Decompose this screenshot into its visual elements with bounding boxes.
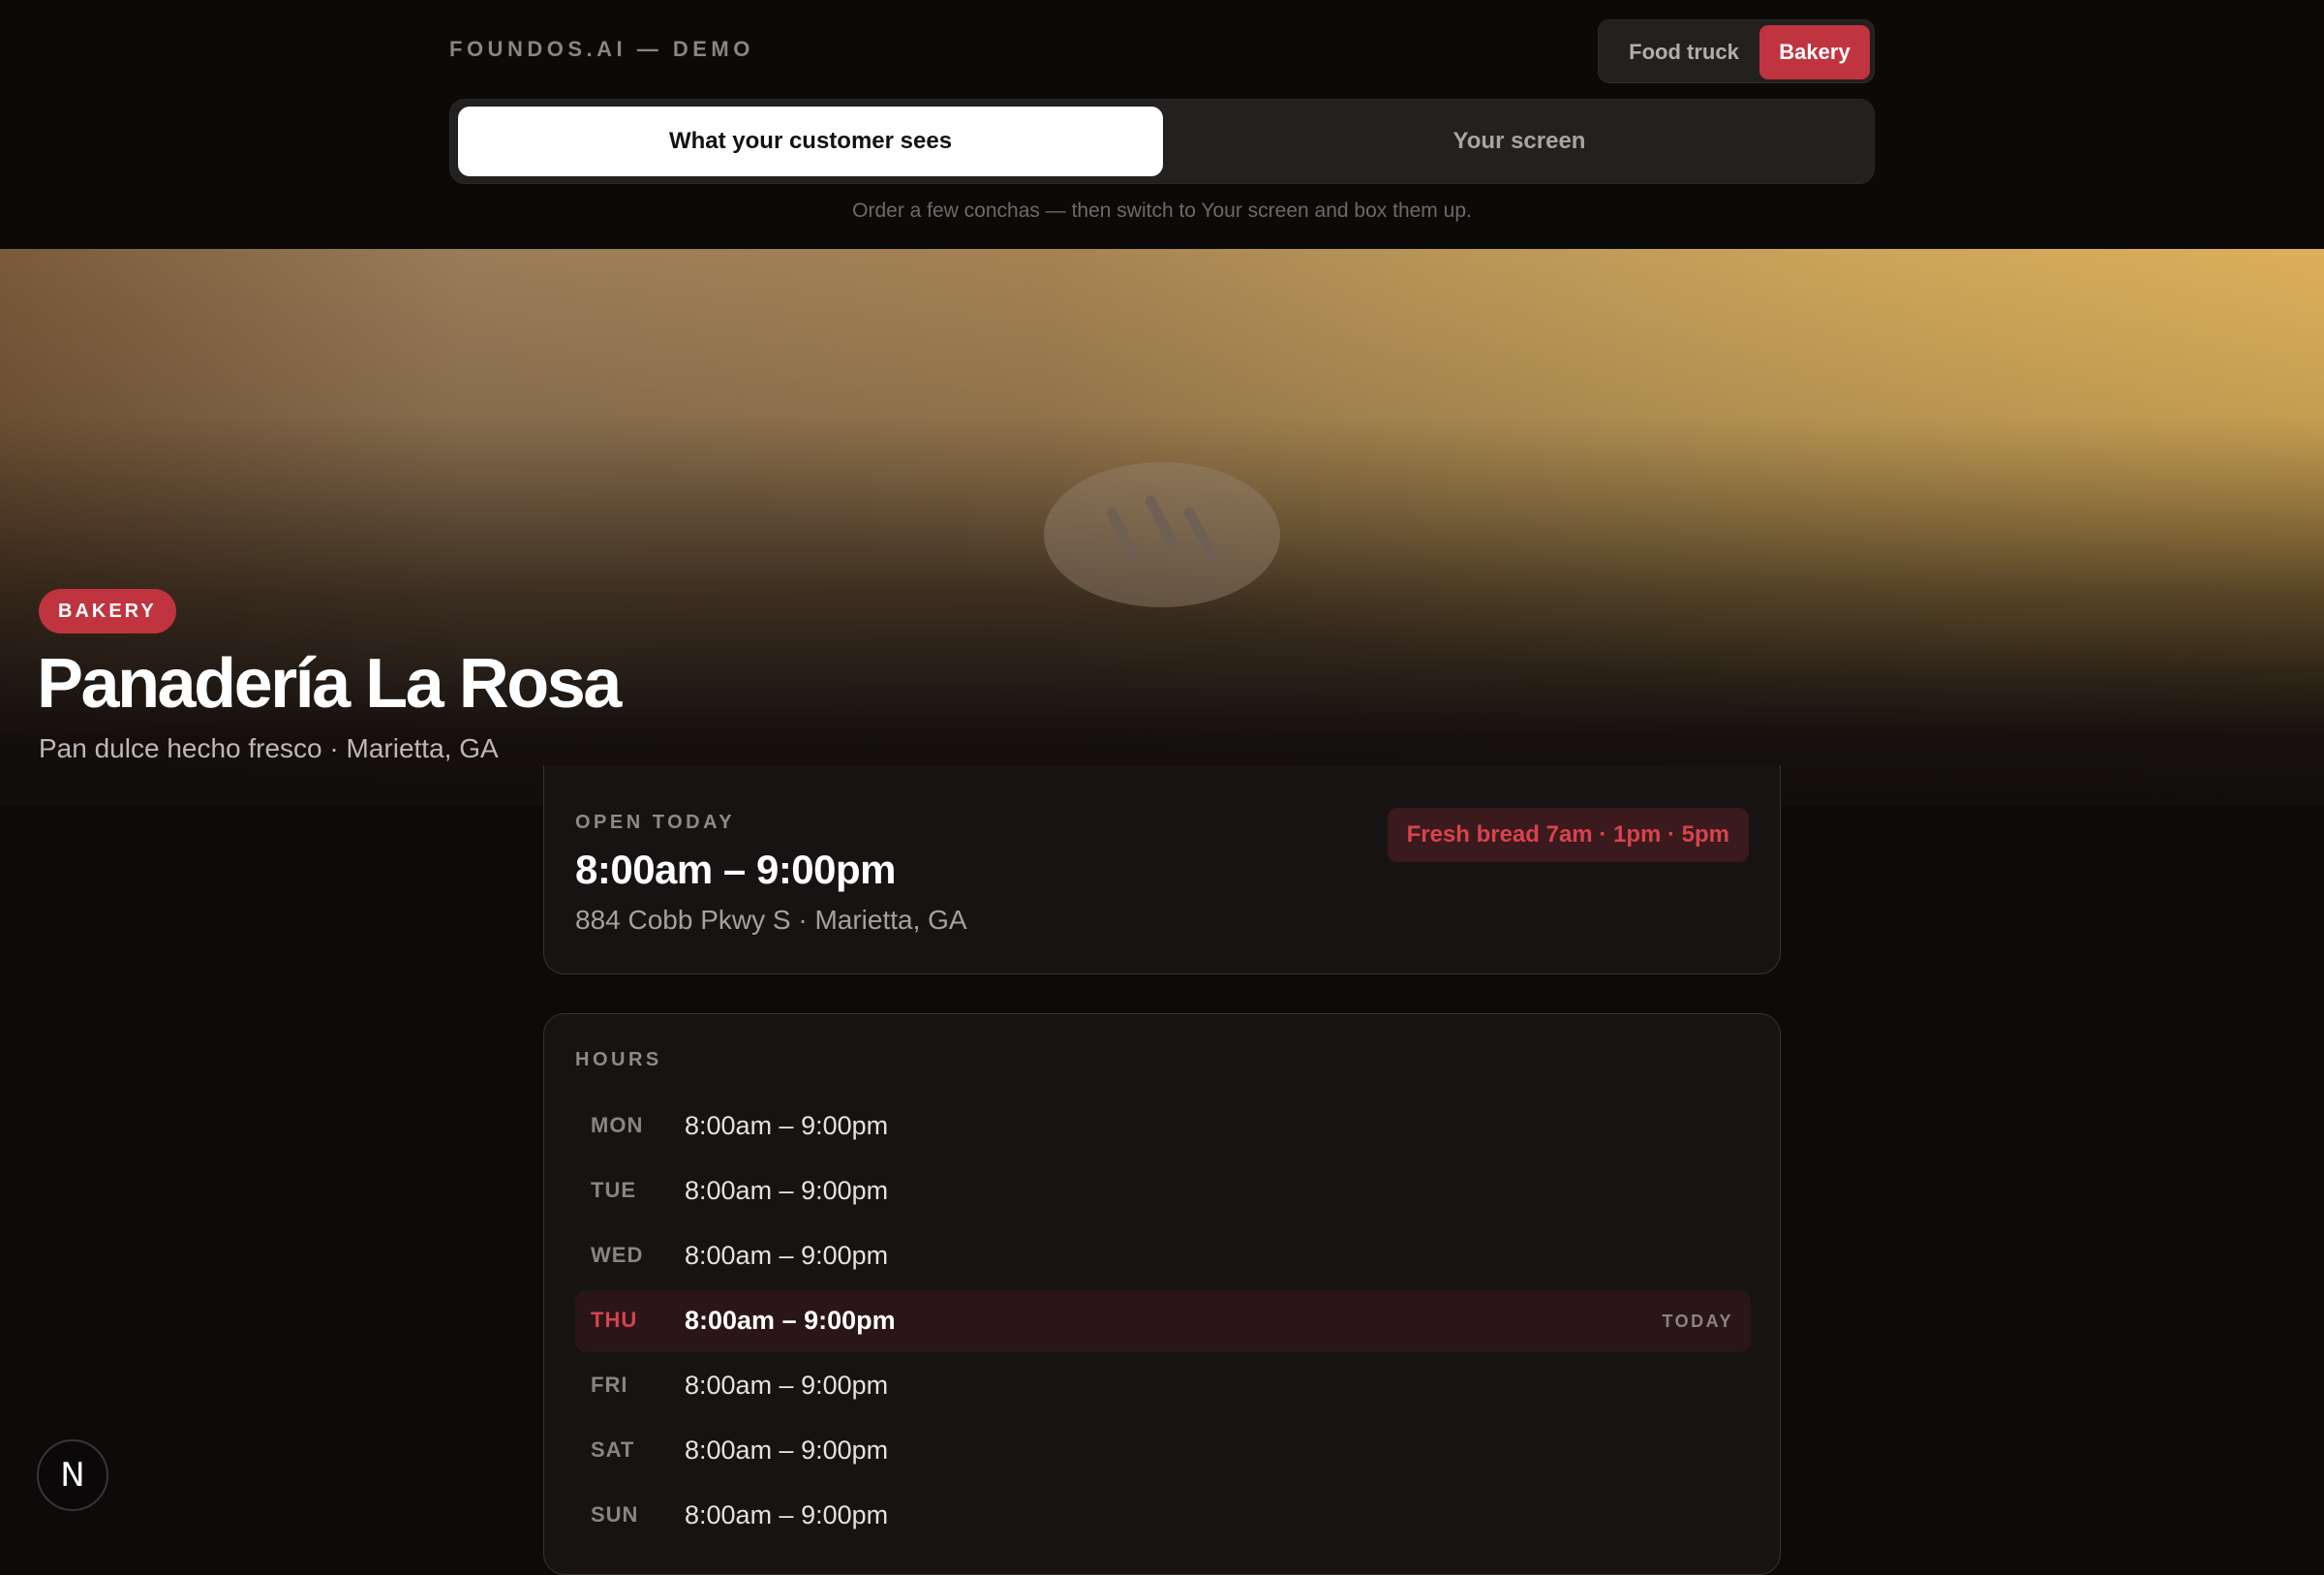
hours-card: HOURS MON 8:00am – 9:00pm TUE 8:00am – 9… [543,1013,1781,1575]
top-bar: FOUNDOS.AI — DEMO Food truck Bakery What… [0,0,2324,249]
today-tag: TODAY [1662,1312,1733,1331]
hours-row-wed: WED 8:00am – 9:00pm [575,1225,1751,1287]
day-label: MON [591,1113,644,1137]
brand-label: FOUNDOS.AI — DEMO [449,37,754,61]
hours-row-sun: SUN 8:00am – 9:00pm [575,1485,1751,1547]
day-label: TUE [591,1178,636,1202]
bakery-button[interactable]: Bakery [1759,25,1870,79]
open-today-label: OPEN TODAY [575,812,736,833]
hero-banner: BAKERY Panadería La Rosa Pan dulce hecho… [0,249,2324,806]
concha-bread-icon [1044,462,1280,607]
day-hours: 8:00am – 9:00pm [685,1176,889,1205]
day-hours: 8:00am – 9:00pm [685,1500,889,1529]
day-hours: 8:00am – 9:00pm [685,1241,889,1270]
open-today-card: OPEN TODAY 8:00am – 9:00pm 884 Cobb Pkwy… [543,765,1781,974]
fresh-bread-badge: Fresh bread 7am · 1pm · 5pm [1387,808,1749,862]
vertical-switch: Food truck Bakery [1598,19,1875,83]
day-hours: 8:00am – 9:00pm [685,1436,889,1465]
hours-row-sat: SAT 8:00am – 9:00pm [575,1420,1751,1482]
day-label: WED [591,1243,644,1267]
day-label: SAT [591,1437,635,1462]
hint-text: Order a few conchas — then switch to You… [852,200,1472,222]
your-screen-tab[interactable]: Your screen [1171,107,1868,176]
hours-label: HOURS [575,1049,662,1070]
nextjs-icon[interactable]: N [37,1439,108,1511]
open-today-time: 8:00am – 9:00pm [575,847,897,892]
day-label: THU [591,1308,638,1332]
day-hours: 8:00am – 9:00pm [685,1111,889,1140]
hours-row-tue: TUE 8:00am – 9:00pm [575,1160,1751,1222]
business-name: Panadería La Rosa [37,645,622,723]
day-label: FRI [591,1373,628,1397]
day-label: SUN [591,1502,639,1527]
food-truck-button[interactable]: Food truck [1606,25,1761,79]
day-hours: 8:00am – 9:00pm [685,1306,896,1335]
hours-row-thu-today: THU 8:00am – 9:00pm TODAY [575,1290,1751,1352]
address-text: 884 Cobb Pkwy S · Marietta, GA [575,905,967,935]
view-switch: What your customer sees Your screen [449,99,1875,184]
hours-row-mon: MON 8:00am – 9:00pm [575,1096,1751,1158]
business-tagline: Pan dulce hecho fresco · Marietta, GA [39,733,499,763]
hours-row-fri: FRI 8:00am – 9:00pm [575,1355,1751,1417]
category-badge: BAKERY [39,589,176,633]
customer-view-tab[interactable]: What your customer sees [458,107,1163,176]
day-hours: 8:00am – 9:00pm [685,1371,889,1400]
